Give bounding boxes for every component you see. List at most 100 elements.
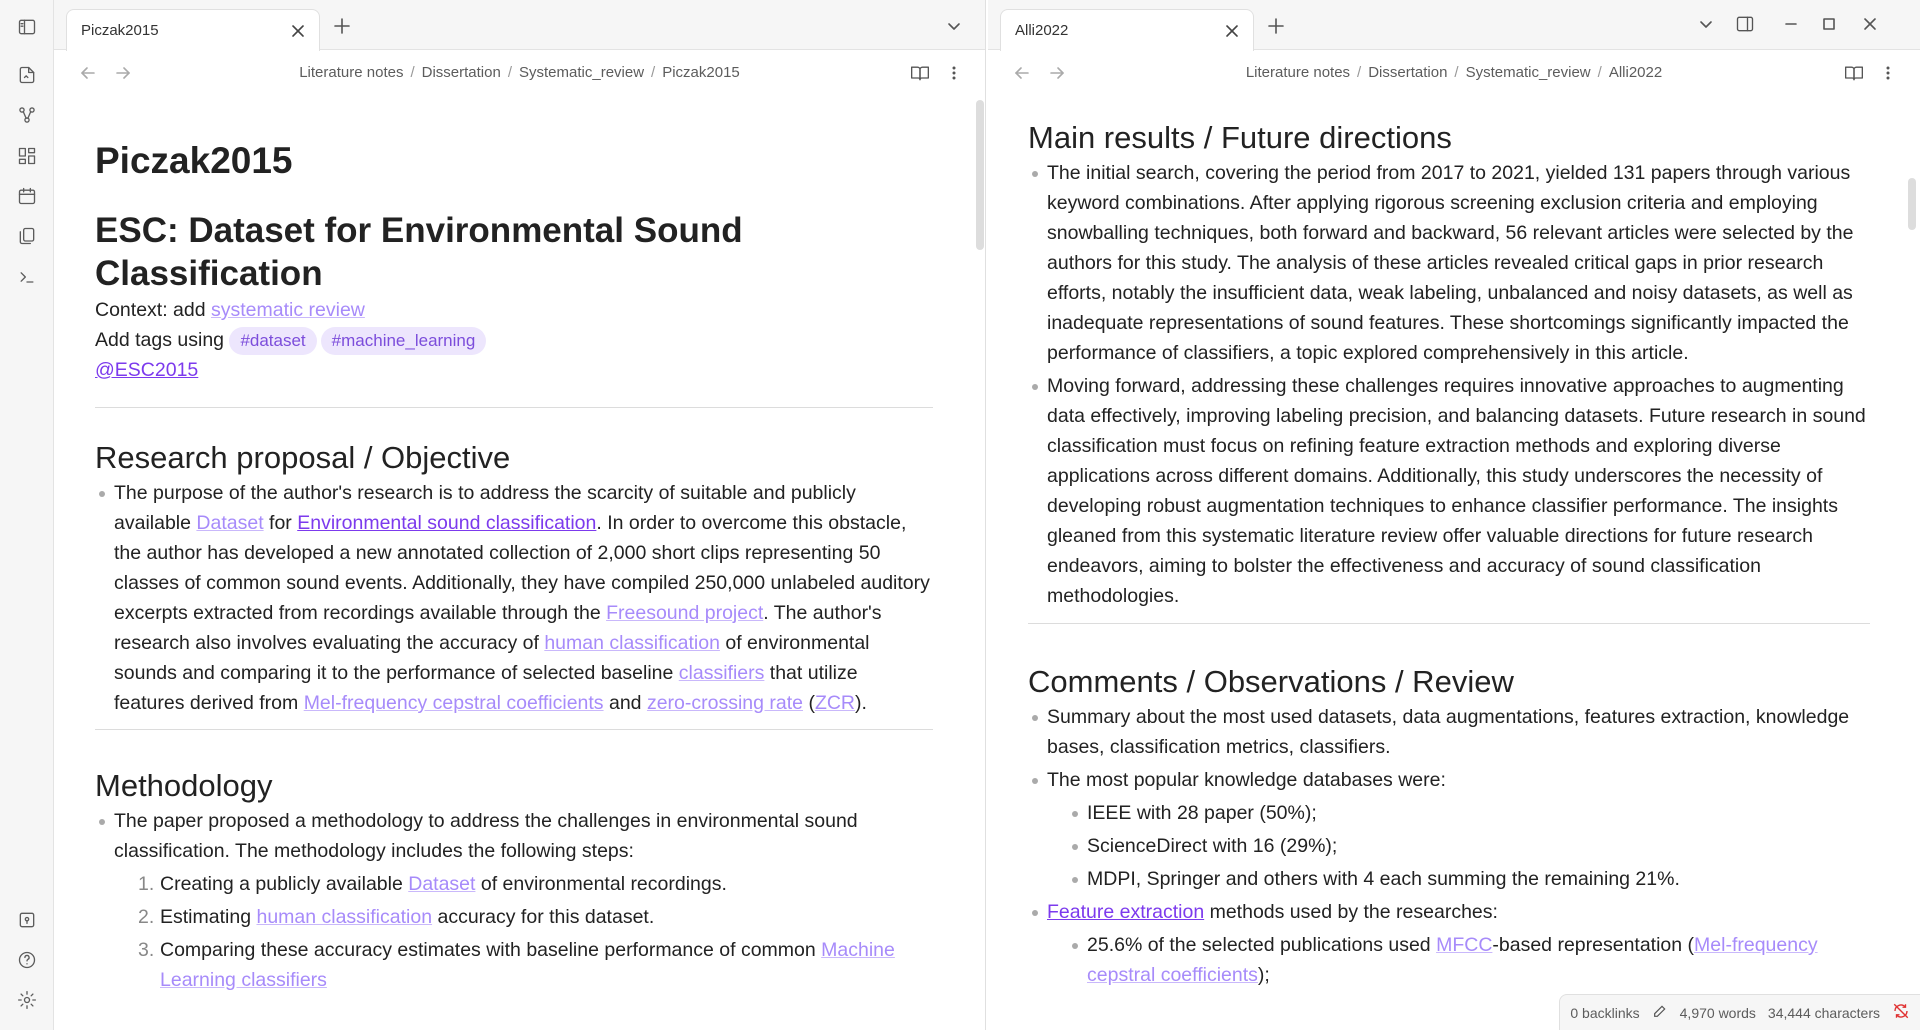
breadcrumb-item[interactable]: Literature notes	[299, 64, 403, 81]
settings-icon[interactable]	[12, 985, 42, 1015]
graph-icon[interactable]	[12, 100, 42, 130]
left-nav-row: Literature notes / Dissertation / Systematic…	[54, 50, 985, 98]
new-tab-icon[interactable]	[1262, 12, 1290, 40]
text: methods used by the researches:	[1209, 901, 1498, 923]
mfcc-link[interactable]: MFCC	[1436, 934, 1492, 956]
environmental-sound-classification-link[interactable]: Environmental sound classification	[297, 512, 596, 534]
calendar-icon[interactable]	[12, 181, 42, 211]
status-bar: 0 backlinks 4,970 words 34,444 character…	[1559, 994, 1920, 1030]
right-tab-bar: Alli2022	[988, 0, 1920, 51]
sync-error-icon[interactable]	[1892, 1002, 1910, 1023]
research-bullet: The purpose of the author's research is …	[95, 478, 933, 718]
terminal-icon[interactable]	[12, 262, 42, 292]
text: The paper proposed a methodology to addr…	[114, 810, 858, 862]
systematic-review-link[interactable]: systematic review	[211, 299, 365, 321]
tag-machine-learning[interactable]: #machine_learning	[320, 327, 487, 355]
open-file-icon[interactable]	[12, 60, 42, 90]
text: Creating a publicly available	[160, 873, 403, 895]
tag-dataset[interactable]: #dataset	[229, 327, 317, 355]
list-item: ScienceDirect with 16 (29%);	[1068, 831, 1870, 861]
research-heading: Research proposal / Objective	[95, 440, 511, 475]
canvas-icon[interactable]	[12, 141, 42, 171]
right-sidebar-toggle-icon[interactable]	[1731, 10, 1759, 38]
context-label: Context: add	[95, 299, 206, 321]
right-nav-row: Literature notes / Dissertation / Systematic…	[988, 50, 1920, 98]
zero-crossing-rate-link[interactable]: zero-crossing rate	[647, 692, 803, 714]
sidebar-toggle-icon[interactable]	[12, 12, 42, 42]
text: 25.6% of the selected publications used	[1087, 934, 1431, 956]
edit-icon[interactable]	[1652, 1003, 1668, 1022]
tab-title: Alli2022	[1015, 22, 1069, 39]
mfcc-link[interactable]: Mel-frequency cepstral coefficients	[304, 692, 604, 714]
dataset-link[interactable]: Dataset	[408, 873, 475, 895]
note-content: Piczak2015 ESC: Dataset for Environmenta…	[95, 98, 933, 995]
close-icon[interactable]	[1221, 20, 1243, 42]
methodology-bullet: The paper proposed a methodology to addr…	[95, 806, 933, 995]
window-close-icon[interactable]	[1856, 10, 1884, 38]
character-count: 34,444 characters	[1767, 1004, 1880, 1021]
list-item: The most popular knowledge databases wer…	[1028, 765, 1870, 894]
breadcrumb-item[interactable]: Piczak2015	[662, 64, 740, 81]
right-pane: Alli2022 Literature notes / Dissertation / S…	[988, 0, 1920, 1030]
text: -based representation (	[1492, 934, 1695, 956]
breadcrumb-item[interactable]: Alli2022	[1609, 64, 1662, 81]
human-classification-link[interactable]: human classification	[544, 632, 720, 654]
list-item: Moving forward, addressing these challen…	[1028, 371, 1870, 611]
copy-icon[interactable]	[12, 221, 42, 251]
divider	[1028, 623, 1870, 624]
tags-label: Add tags using	[95, 329, 225, 351]
text: accuracy for this dataset.	[437, 906, 655, 928]
more-options-icon[interactable]	[1874, 59, 1902, 87]
breadcrumb-item[interactable]: Literature notes	[1246, 64, 1350, 81]
text: of environmental recordings.	[480, 873, 727, 895]
left-pane: Piczak2015 Literature notes / Dissertation…	[54, 0, 986, 1030]
breadcrumb-item[interactable]: Systematic_review	[519, 64, 644, 81]
comments-heading: Comments / Observations / Review	[1028, 664, 1514, 699]
left-ribbon	[0, 0, 54, 1030]
text: and	[608, 692, 642, 714]
chevron-down-icon[interactable]	[940, 12, 968, 40]
list-item: 1. Creating a publicly available Dataset …	[138, 873, 727, 895]
list-item: 2. Estimating human classification accura…	[138, 906, 655, 928]
text: Comparing these accuracy estimates with …	[160, 939, 816, 961]
context-line: Context: add systematic review	[95, 295, 933, 325]
tags-line: Add tags using #dataset #machine_learning	[95, 325, 933, 355]
citekey-link[interactable]: @ESC2015	[95, 359, 198, 381]
reading-view-icon[interactable]	[1840, 59, 1868, 87]
dataset-link[interactable]: Dataset	[196, 512, 263, 534]
list-item: The initial search, covering the period …	[1028, 158, 1870, 368]
breadcrumb-item[interactable]: Systematic_review	[1466, 64, 1591, 81]
close-icon[interactable]	[287, 20, 309, 42]
list-item: Feature extraction methods used by the r…	[1028, 897, 1870, 990]
methodology-heading: Methodology	[95, 768, 273, 803]
vault-icon[interactable]	[12, 905, 42, 935]
tab-title: Piczak2015	[81, 22, 159, 39]
breadcrumb: Literature notes / Dissertation / Systematic…	[299, 64, 740, 81]
breadcrumb-item[interactable]: Dissertation	[1368, 64, 1447, 81]
breadcrumb: Literature notes / Dissertation / Systematic…	[1245, 64, 1663, 81]
maximize-icon[interactable]	[1815, 10, 1843, 38]
classifiers-link[interactable]: classifiers	[679, 662, 765, 684]
zcr-link[interactable]: ZCR	[815, 692, 855, 714]
tab-piczak2015[interactable]: Piczak2015	[66, 9, 320, 51]
human-classification-link[interactable]: human classification	[256, 906, 432, 928]
list-item: IEEE with 28 paper (50%);	[1068, 798, 1870, 828]
new-tab-icon[interactable]	[328, 12, 356, 40]
text: );	[1257, 964, 1270, 986]
chevron-down-icon[interactable]	[1692, 10, 1720, 38]
breadcrumb-item[interactable]: Dissertation	[422, 64, 501, 81]
tab-alli2022[interactable]: Alli2022	[1000, 9, 1254, 51]
minimize-icon[interactable]	[1777, 10, 1805, 38]
feature-extraction-link[interactable]: Feature extraction	[1047, 901, 1204, 923]
note-content: Main results / Future directions The ini…	[1028, 118, 1870, 990]
main-results-heading: Main results / Future directions	[1028, 120, 1452, 155]
help-icon[interactable]	[12, 945, 42, 975]
list-item: Summary about the most used datasets, da…	[1028, 702, 1870, 762]
divider	[95, 729, 933, 730]
backlinks-count[interactable]: 0 backlinks	[1570, 1005, 1639, 1021]
reading-view-icon[interactable]	[906, 59, 934, 87]
more-options-icon[interactable]	[940, 59, 968, 87]
freesound-project-link[interactable]: Freesound project	[606, 602, 763, 624]
list-item: 3. Comparing these accuracy estimates wit…	[138, 939, 895, 991]
text: for	[269, 512, 292, 534]
